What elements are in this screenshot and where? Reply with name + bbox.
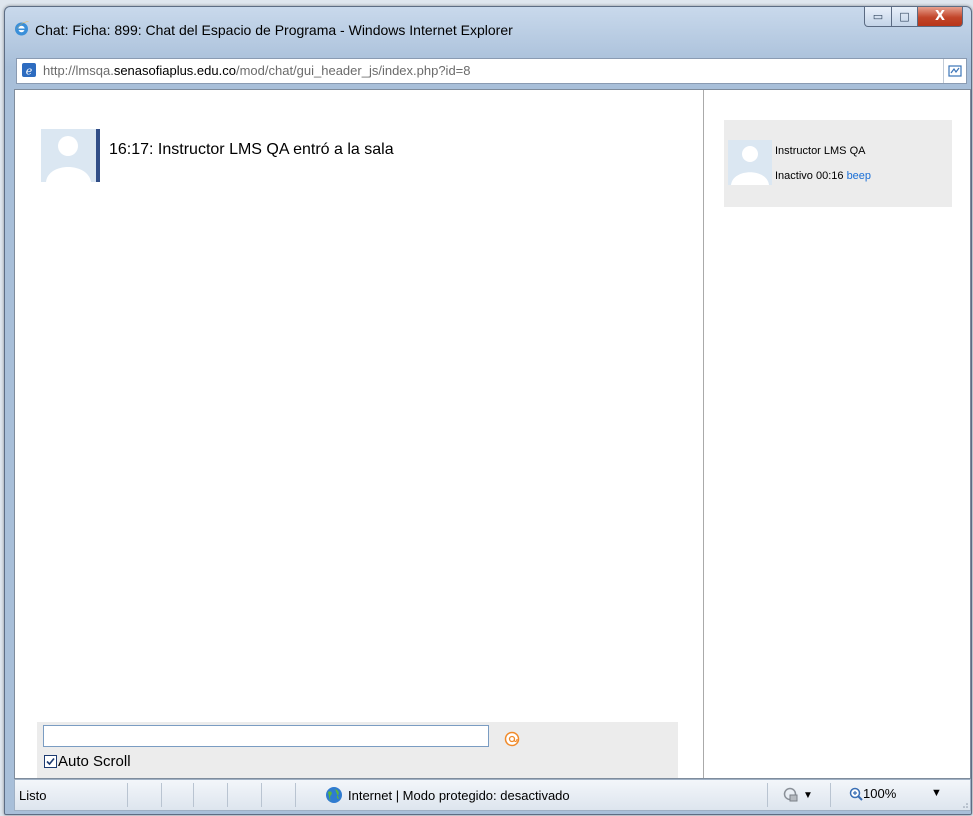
chevron-down-icon: ▼	[803, 789, 813, 801]
window-controls: ▭ □ X	[864, 7, 963, 27]
send-icon[interactable]	[504, 731, 520, 747]
url-domain: senasofiaplus.edu.co	[113, 63, 236, 78]
user-silhouette-icon	[728, 140, 772, 185]
users-pane: Instructor LMS QA Inactivo 00:16 beep	[704, 90, 970, 778]
autoscroll-label: Auto Scroll	[58, 753, 131, 770]
input-area: Auto Scroll	[37, 722, 678, 778]
zoom-control[interactable]: 100%	[849, 786, 896, 801]
status-bar: Listo Internet | Modo protegido: desacti…	[14, 779, 971, 811]
address-bar[interactable]: e http://lmsqa.senasofiaplus.edu.co/mod/…	[16, 58, 967, 84]
close-button[interactable]: X	[918, 7, 963, 27]
zoom-level: 100%	[863, 786, 897, 801]
status-divider	[830, 783, 831, 807]
avatar	[41, 129, 100, 182]
resize-grip-icon[interactable]	[960, 800, 968, 808]
user-idle-time: Inactivo 00:16	[775, 170, 844, 182]
security-zone[interactable]: Internet | Modo protegido: desactivado	[325, 786, 570, 804]
status-divider	[767, 783, 768, 807]
status-divider	[127, 783, 128, 807]
zoom-icon	[849, 787, 863, 801]
page-content: 16:17: Instructor LMS QA entró a la sala…	[14, 89, 971, 779]
chat-message: 16:17: Instructor LMS QA entró a la sala	[109, 141, 394, 158]
status-divider	[161, 783, 162, 807]
svg-text:e: e	[26, 65, 33, 78]
user-status: Inactivo 00:16 beep	[775, 170, 871, 182]
chat-input[interactable]	[43, 725, 489, 747]
checkmark-icon	[46, 757, 55, 766]
protected-mode-icon	[783, 787, 798, 802]
url-path: /mod/chat/gui_header_js/index.php?id=8	[235, 63, 471, 78]
chevron-down-icon[interactable]: ▼	[931, 787, 942, 799]
user-card: Instructor LMS QA Inactivo 00:16 beep	[724, 120, 952, 207]
user-name: Instructor LMS QA	[775, 145, 866, 157]
url-prefix: http://lmsqa.	[43, 63, 114, 78]
compatibility-view-button[interactable]	[943, 59, 966, 83]
protected-mode-button[interactable]: ▼	[783, 786, 813, 804]
avatar	[728, 140, 772, 185]
minimize-icon: ▭	[872, 10, 884, 23]
compatibility-view-icon	[948, 65, 962, 77]
status-divider	[261, 783, 262, 807]
security-zone-label: Internet | Modo protegido: desactivado	[348, 787, 570, 803]
user-silhouette-icon	[41, 129, 96, 182]
maximize-button[interactable]: □	[892, 7, 918, 27]
status-divider	[193, 783, 194, 807]
window-title: Chat: Ficha: 899: Chat del Espacio de Pr…	[35, 22, 513, 38]
url-text[interactable]: http://lmsqa.senasofiaplus.edu.co/mod/ch…	[43, 63, 471, 78]
minimize-button[interactable]: ▭	[864, 7, 892, 27]
title-bar[interactable]: Chat: Ficha: 899: Chat del Espacio de Pr…	[5, 7, 971, 51]
autoscroll-checkbox[interactable]	[44, 755, 57, 768]
page-icon: e	[22, 63, 36, 78]
status-divider	[227, 783, 228, 807]
autoscroll-option[interactable]: Auto Scroll	[44, 753, 131, 770]
close-icon: X	[934, 9, 946, 24]
ie-logo-icon	[14, 21, 29, 36]
browser-window: Chat: Ficha: 899: Chat del Espacio de Pr…	[4, 6, 972, 815]
status-text: Listo	[19, 788, 47, 803]
maximize-icon: □	[899, 10, 910, 23]
beep-link[interactable]: beep	[847, 170, 871, 182]
status-divider	[295, 783, 296, 807]
globe-icon	[326, 787, 342, 803]
messages-pane: 16:17: Instructor LMS QA entró a la sala…	[15, 90, 704, 778]
